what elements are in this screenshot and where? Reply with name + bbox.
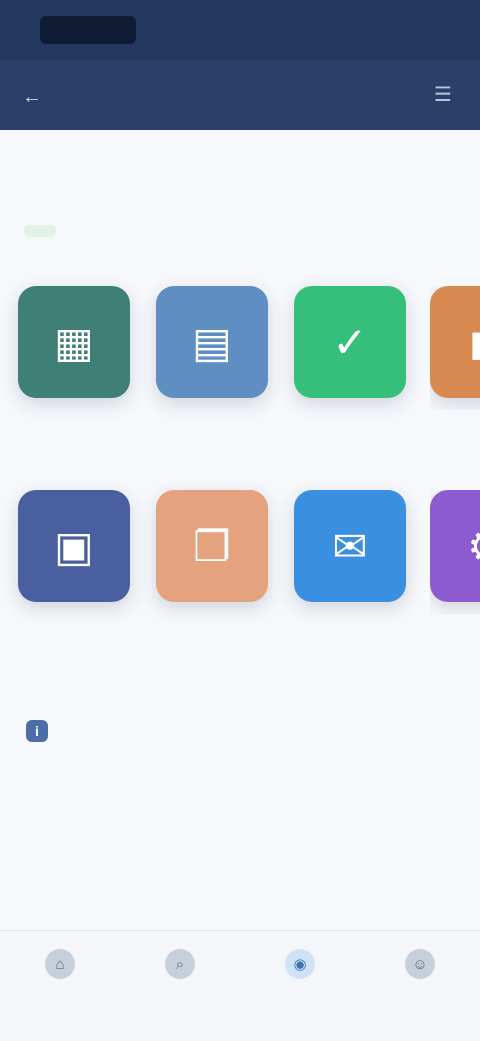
message-icon: ✉: [294, 490, 406, 602]
feature-tile-1[interactable]: ▦: [16, 286, 132, 410]
grid-icon: ▦: [18, 286, 130, 398]
nav-item-home[interactable]: ⌂: [30, 949, 90, 985]
back-arrow-icon[interactable]: ←: [22, 86, 44, 108]
search-icon: ⌕: [165, 949, 195, 979]
home-icon: ⌂: [45, 949, 75, 979]
profile-icon: ☺: [405, 949, 435, 979]
chart-icon: ▤: [156, 286, 268, 398]
apps-icon: ◉: [285, 949, 315, 979]
menu-icon[interactable]: ☰: [432, 84, 454, 106]
nav-item-profile[interactable]: ☺: [390, 949, 450, 985]
app-header: ← ☰: [0, 60, 480, 130]
status-time: [40, 16, 136, 44]
calendar-icon: ▣: [18, 490, 130, 602]
bottom-nav: ⌂ ⌕ ◉ ☺: [0, 930, 480, 1041]
check-icon: ✓: [294, 286, 406, 398]
info-icon: i: [26, 720, 48, 742]
section-title: [24, 225, 56, 237]
nav-item-search[interactable]: ⌕: [150, 949, 210, 985]
feature-tile-5[interactable]: ▣: [16, 490, 132, 614]
box-icon: ◼: [430, 286, 480, 398]
feature-tile-2[interactable]: ▤: [154, 286, 270, 410]
status-bar: [0, 0, 480, 60]
nav-item-active[interactable]: ◉: [270, 949, 330, 985]
feature-tile-8[interactable]: ⚙: [430, 490, 480, 614]
feature-tile-6[interactable]: ❐: [154, 490, 270, 614]
main-content: ▦ ▤ ✓ ◼ ▣ ❐ ✉ ⚙ i: [0, 130, 480, 1040]
about-row[interactable]: i: [26, 720, 60, 742]
feature-tile-7[interactable]: ✉: [292, 490, 408, 614]
settings-icon: ⚙: [430, 490, 480, 602]
feature-tile-3[interactable]: ✓: [292, 286, 408, 410]
document-icon: ❐: [156, 490, 268, 602]
feature-tile-4[interactable]: ◼: [430, 286, 480, 410]
